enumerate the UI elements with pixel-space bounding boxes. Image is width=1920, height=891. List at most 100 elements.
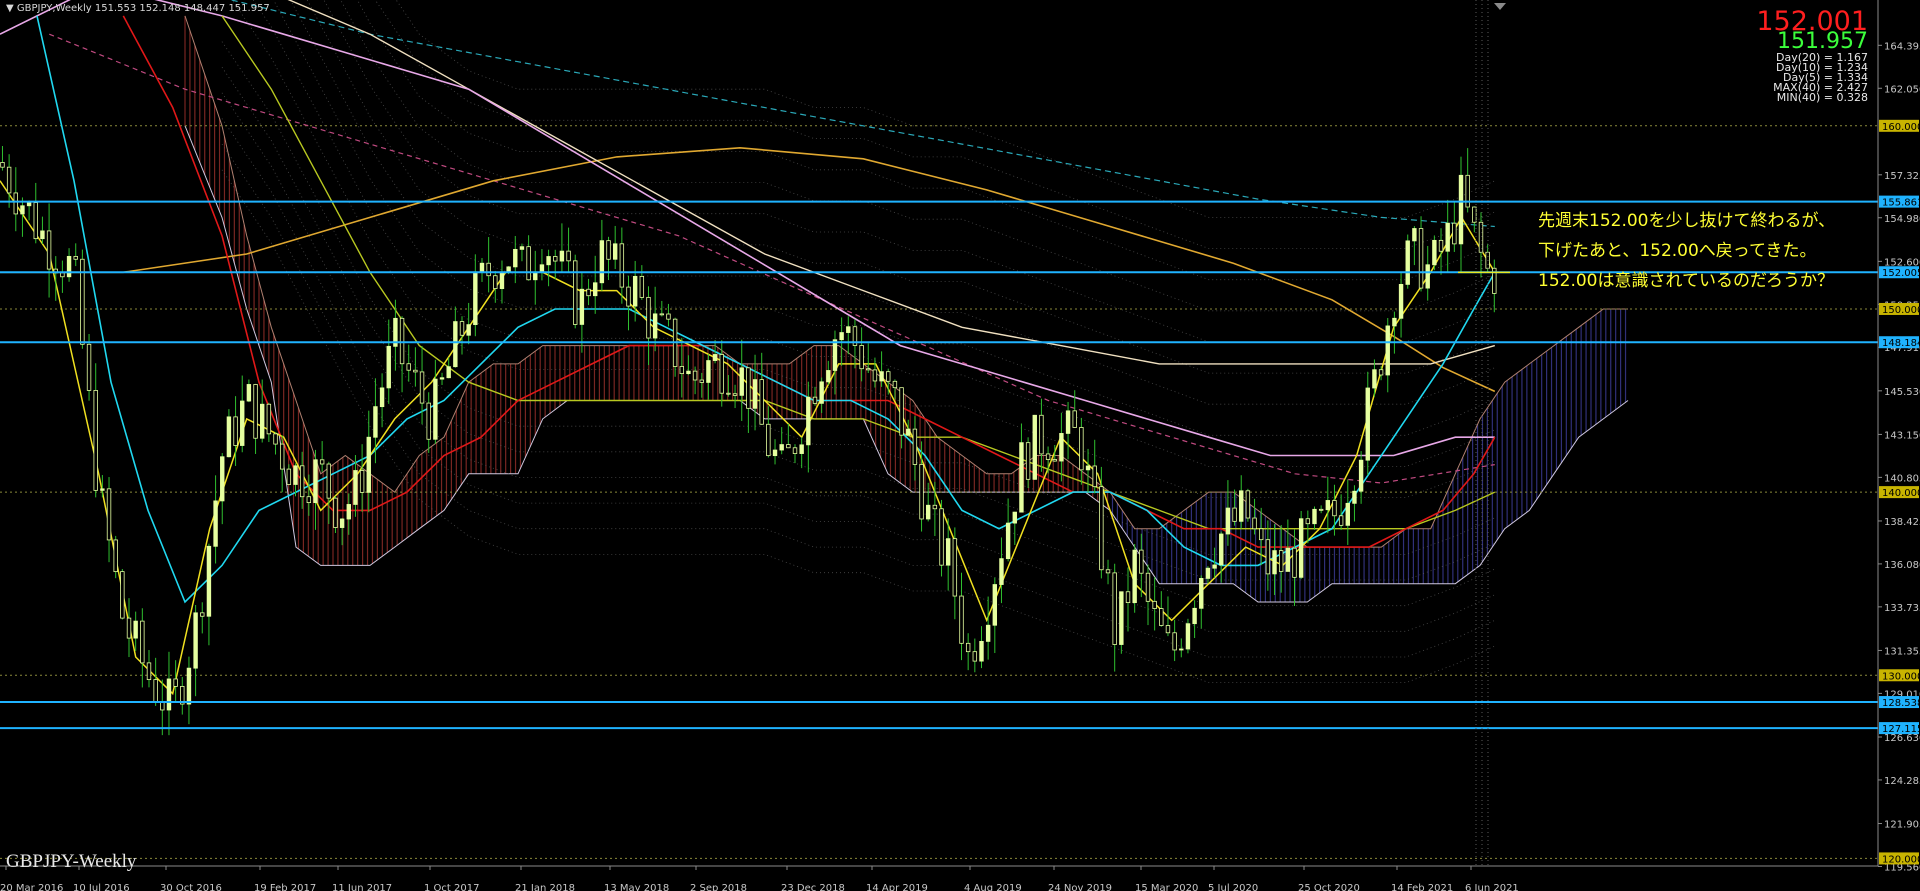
price-tick-label: 136.080	[1884, 560, 1920, 571]
candle-body	[1445, 222, 1450, 252]
candle-body	[133, 620, 138, 639]
candle-body	[926, 504, 931, 520]
price-tick-label: 124.285	[1884, 776, 1920, 787]
candle-body	[1272, 550, 1277, 575]
candle-body	[1119, 591, 1124, 645]
candle-body	[639, 275, 645, 298]
candle-body	[479, 262, 485, 273]
candle-body	[1265, 539, 1271, 575]
candle-body	[346, 504, 351, 520]
candle-body	[279, 443, 285, 470]
candle-body	[1132, 549, 1137, 604]
candle-body	[965, 642, 971, 653]
ask-price: 151.957	[1777, 29, 1868, 54]
candle-body	[140, 620, 145, 664]
candle-body	[779, 444, 784, 451]
candle-body	[899, 387, 904, 436]
candle-body	[599, 240, 605, 284]
candle-body	[952, 538, 958, 597]
candle-body	[526, 246, 531, 281]
candle-body	[979, 640, 984, 662]
candle-body	[872, 369, 878, 382]
candle-body	[226, 416, 232, 458]
candle-body	[919, 464, 924, 520]
candle-body	[299, 465, 305, 498]
candle-body	[1059, 433, 1064, 462]
candle-body	[120, 571, 125, 619]
candle-body	[759, 379, 764, 425]
candle-body	[519, 246, 525, 250]
candle-body	[1159, 608, 1164, 626]
candle-body	[1039, 414, 1044, 455]
candle-body	[652, 313, 658, 339]
candle-body	[1165, 625, 1171, 634]
candle-body	[846, 326, 851, 333]
candle-body	[1352, 490, 1357, 504]
candle-body	[1385, 325, 1390, 376]
candle-body	[999, 558, 1004, 585]
candle-body	[579, 288, 585, 325]
candle-body	[1425, 264, 1430, 289]
annotation-line: 下げたあと、152.00へ戻ってきた。	[1538, 241, 1817, 261]
annotation-text: 先週末152.00を少し抜けて終わるが、 下げたあと、152.00へ戻ってきた。…	[1538, 206, 1835, 296]
candle-body	[1245, 490, 1251, 519]
annotation-line: 152.00は意識されているのだろうか？	[1538, 271, 1834, 291]
candle-body	[686, 370, 691, 375]
candle-body	[1205, 567, 1211, 579]
candle-body	[286, 468, 292, 485]
candle-body	[166, 678, 172, 711]
candle-body	[806, 396, 811, 446]
stat-line: MIN(40) = 0.328	[1776, 91, 1868, 104]
candle-body	[726, 392, 731, 395]
candle-body	[1325, 500, 1331, 511]
candle-body	[100, 488, 105, 491]
candle-body	[732, 393, 738, 396]
candle-body	[1232, 507, 1237, 522]
candle-body	[1438, 239, 1444, 252]
price-tick-label: 145.530	[1884, 387, 1920, 398]
candle-body	[1139, 549, 1144, 574]
price-chart[interactable]: 164.395162.050157.325154.980152.600150.2…	[0, 0, 1920, 891]
candle-body	[93, 390, 98, 491]
candle-body	[366, 436, 371, 493]
candle-body	[413, 369, 418, 373]
candle-body	[459, 321, 465, 336]
candle-body	[306, 496, 312, 504]
candle-body	[379, 387, 385, 408]
candle-body	[1405, 240, 1410, 285]
candle-body	[33, 202, 38, 240]
candle-body	[499, 271, 505, 289]
candle-body	[1225, 507, 1231, 535]
time-tick-label: 25 Oct 2020	[1298, 883, 1360, 891]
level-label: 128.538	[1882, 698, 1920, 709]
candle-body	[1025, 442, 1031, 480]
candle-body	[586, 288, 591, 297]
chart-watermark: GBPJPY-Weekly	[6, 851, 137, 872]
candle-body	[1432, 239, 1437, 266]
candle-body	[13, 192, 18, 215]
candle-body	[1145, 572, 1151, 602]
candle-body	[493, 275, 498, 289]
candle-body	[533, 271, 538, 281]
time-tick-label: 10 Jul 2016	[73, 883, 130, 891]
candle-body	[473, 271, 478, 326]
candle-body	[1012, 511, 1017, 524]
price-tick-label: 140.805	[1884, 473, 1920, 484]
time-tick-label: 24 Nov 2019	[1048, 883, 1112, 891]
candle-body	[1285, 547, 1291, 572]
candle-body	[399, 317, 405, 365]
candle-body	[799, 444, 804, 454]
candle-body	[186, 667, 192, 705]
candle-body	[173, 678, 178, 687]
price-tick-label: 121.905	[1884, 820, 1920, 831]
candle-body	[426, 402, 431, 440]
level-label: 148.184	[1882, 338, 1920, 349]
candle-body	[699, 379, 704, 383]
time-tick-label: 14 Feb 2021	[1391, 883, 1453, 891]
time-tick-label: 13 May 2018	[604, 883, 669, 891]
candle-body	[1312, 508, 1317, 525]
candle-body	[832, 339, 838, 371]
menu-triangle-icon[interactable]: ▼	[6, 3, 14, 14]
candle-body	[353, 470, 358, 505]
candle-body	[1125, 591, 1131, 604]
